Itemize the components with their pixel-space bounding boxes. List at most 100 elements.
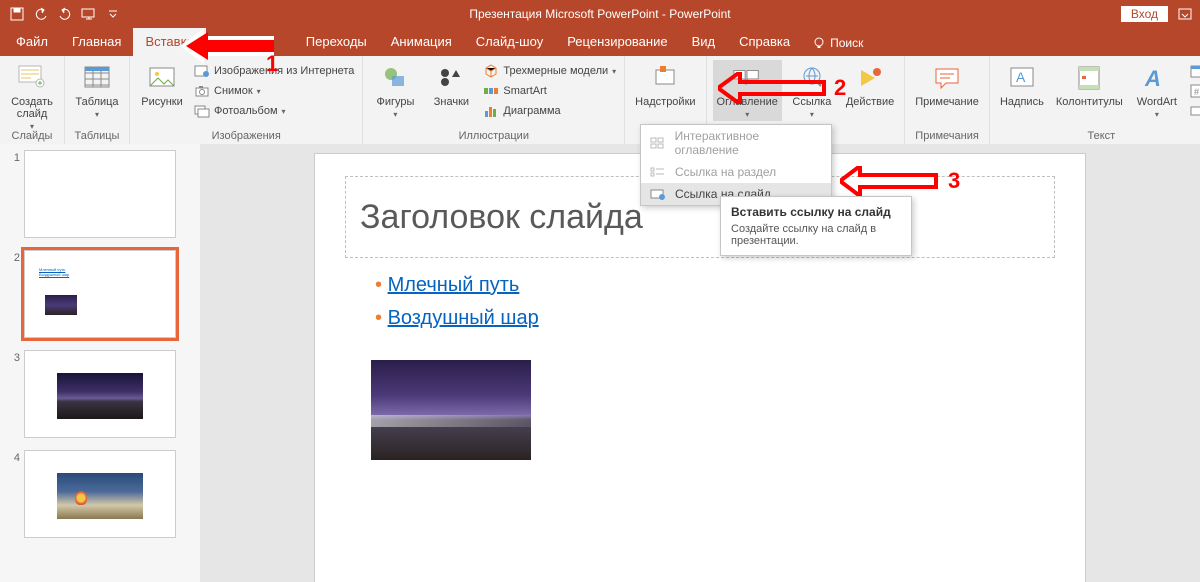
tell-me-label: Поиск xyxy=(830,36,863,50)
addins-label: Надстройки xyxy=(635,96,695,108)
quick-access-toolbar xyxy=(6,3,124,25)
login-button[interactable]: Вход xyxy=(1121,6,1168,22)
icons-gallery-icon xyxy=(435,62,467,94)
thumbnail-2[interactable]: 2 Млечный путь Воздушный шар xyxy=(0,250,200,338)
textbox-label: Надпись xyxy=(1000,96,1044,108)
toc-dropdown-menu: Интерактивное оглавление Ссылка на разде… xyxy=(640,124,832,206)
redo-icon[interactable] xyxy=(54,3,76,25)
undo-icon[interactable] xyxy=(30,3,52,25)
object-icon xyxy=(1189,103,1200,119)
annotation-3: 3 xyxy=(840,166,960,196)
thumbnail-4[interactable]: 4 xyxy=(0,450,200,538)
picture-icon xyxy=(146,62,178,94)
mini-picture xyxy=(45,295,77,315)
thumbnail-3[interactable]: 3 xyxy=(0,350,200,438)
annotation-1: 1 xyxy=(180,28,292,64)
group-illustrations: Фигуры ▾ Значки Трехмерные модели ▾ Smar… xyxy=(363,56,625,144)
tab-home[interactable]: Главная xyxy=(60,28,133,56)
pictures-button[interactable]: Рисунки xyxy=(136,60,188,110)
screenshot-button[interactable]: Снимок▾ xyxy=(192,82,356,100)
chart-button[interactable]: Диаграмма xyxy=(481,102,618,120)
table-label: Таблица xyxy=(75,96,118,108)
tab-file[interactable]: Файл xyxy=(4,28,60,56)
tab-review[interactable]: Рецензирование xyxy=(555,28,679,56)
tooltip-title: Вставить ссылку на слайд xyxy=(731,205,901,219)
shapes-icon xyxy=(379,62,411,94)
action-label: Действие xyxy=(846,96,894,108)
svg-text:A: A xyxy=(1144,66,1161,91)
group-comments-label: Примечания xyxy=(911,130,983,142)
album-icon xyxy=(194,103,210,119)
shapes-label: Фигуры xyxy=(376,96,414,108)
object-button[interactable] xyxy=(1187,102,1200,120)
comment-button[interactable]: Примечание xyxy=(911,60,983,110)
comment-icon xyxy=(931,62,963,94)
svg-text:A: A xyxy=(1016,69,1026,85)
wordart-icon: A xyxy=(1141,62,1173,94)
grid-icon xyxy=(649,136,667,150)
window-title: Презентация Microsoft PowerPoint - Power… xyxy=(0,7,1200,21)
tab-view[interactable]: Вид xyxy=(680,28,728,56)
chevron-down-icon: ▾ xyxy=(95,110,99,119)
addins-button[interactable]: Надстройки xyxy=(631,60,699,110)
save-icon[interactable] xyxy=(6,3,28,25)
slide-canvas-area[interactable]: Заголовок слайда Млечный путь Воздушный … xyxy=(200,144,1200,582)
new-slide-label: Создать слайд xyxy=(11,96,53,120)
content-placeholder[interactable]: Млечный путь Воздушный шар xyxy=(345,270,1055,572)
thumbnail-1[interactable]: 1 xyxy=(0,150,200,238)
bullet-link-1[interactable]: Млечный путь xyxy=(375,274,1055,297)
slide-thumbnails-pane[interactable]: 1 2 Млечный путь Воздушный шар 3 xyxy=(0,144,200,582)
group-tables: Таблица ▾ Таблицы xyxy=(65,56,130,144)
action-button[interactable]: Действие xyxy=(842,60,898,110)
textbox-button[interactable]: A Надпись xyxy=(996,60,1048,110)
date-time-button[interactable] xyxy=(1187,62,1200,80)
icons-button[interactable]: Значки xyxy=(425,60,477,110)
ribbon-insert: Создать слайд ▾ Слайды Таблица ▾ Таблицы xyxy=(0,56,1200,145)
group-slides: Создать слайд ▾ Слайды xyxy=(0,56,65,144)
menu-interactive-toc[interactable]: Интерактивное оглавление xyxy=(641,125,831,161)
slideshow-start-icon[interactable] xyxy=(78,3,100,25)
menu-section-link[interactable]: Ссылка на раздел xyxy=(641,161,831,183)
tab-slideshow[interactable]: Слайд-шоу xyxy=(464,28,555,56)
chart-icon xyxy=(483,103,499,119)
group-images: Рисунки Изображения из Интернета Снимок▾… xyxy=(130,56,363,144)
group-illustrations-label: Иллюстрации xyxy=(369,130,618,142)
bulb-icon xyxy=(812,36,826,50)
tab-help[interactable]: Справка xyxy=(727,28,802,56)
ribbon-display-icon[interactable] xyxy=(1176,6,1194,22)
slide-editing-surface[interactable]: Заголовок слайда Млечный путь Воздушный … xyxy=(315,154,1085,582)
smartart-button[interactable]: SmartArt xyxy=(481,82,618,100)
3d-models-button[interactable]: Трехмерные модели ▾ xyxy=(481,62,618,80)
workspace: 1 2 Млечный путь Воздушный шар 3 xyxy=(0,144,1200,582)
qat-customize-icon[interactable] xyxy=(102,3,124,25)
photo-album-button[interactable]: Фотоальбом▾ xyxy=(192,102,356,120)
slide-number-button[interactable]: # xyxy=(1187,82,1200,100)
shapes-button[interactable]: Фигуры ▾ xyxy=(369,60,421,121)
table-icon xyxy=(81,62,113,94)
wordart-button[interactable]: A WordArt ▾ xyxy=(1131,60,1183,121)
number-icon: # xyxy=(1189,83,1200,99)
bullet-link-2[interactable]: Воздушный шар xyxy=(375,307,1055,330)
inserted-picture[interactable] xyxy=(371,360,531,460)
smartart-icon xyxy=(483,83,499,99)
header-footer-button[interactable]: Колонтитулы xyxy=(1052,60,1127,110)
addins-icon xyxy=(649,62,681,94)
new-slide-button[interactable]: Создать слайд ▾ xyxy=(6,60,58,133)
comment-label: Примечание xyxy=(915,96,979,108)
slide-link-icon xyxy=(649,187,667,201)
pictures-label: Рисунки xyxy=(141,96,183,108)
title-bar: Презентация Microsoft PowerPoint - Power… xyxy=(0,0,1200,28)
table-button[interactable]: Таблица ▾ xyxy=(71,60,123,121)
tooltip-slide-link: Вставить ссылку на слайд Создайте ссылку… xyxy=(720,196,912,256)
tell-me-search[interactable]: Поиск xyxy=(802,30,873,56)
group-slides-label: Слайды xyxy=(6,130,58,142)
tooltip-body: Создайте ссылку на слайд в презентации. xyxy=(731,223,901,247)
header-icon xyxy=(1073,62,1105,94)
wordart-label: WordArt xyxy=(1137,96,1177,108)
date-icon xyxy=(1189,63,1200,79)
group-text: A Надпись Колонтитулы A WordArt ▾ # xyxy=(990,56,1200,144)
annotation-2: 2 xyxy=(718,72,846,104)
header-label: Колонтитулы xyxy=(1056,96,1123,108)
group-text-label: Текст xyxy=(996,130,1200,142)
tab-animations[interactable]: Анимация xyxy=(379,28,464,56)
